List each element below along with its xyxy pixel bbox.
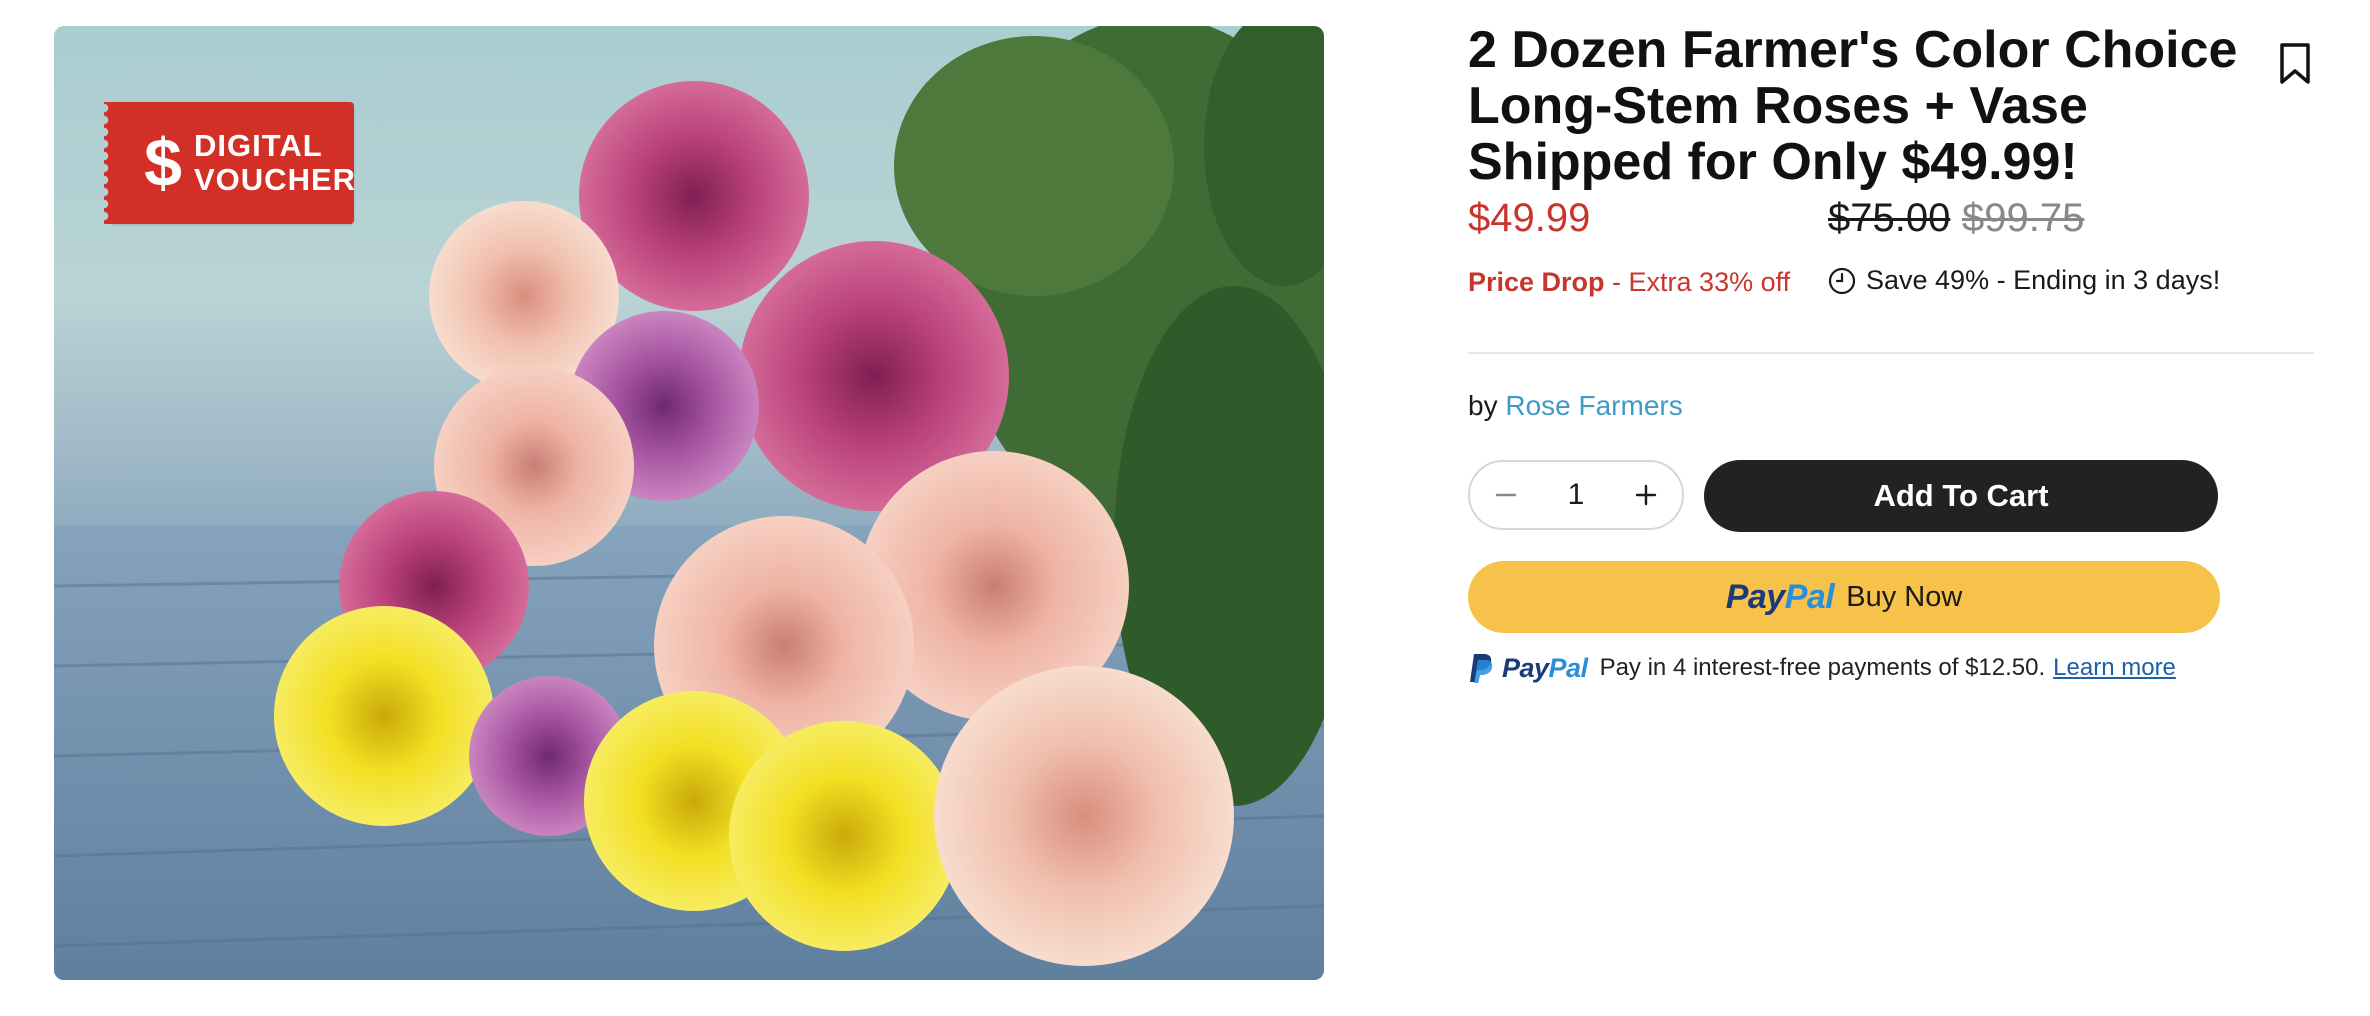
quantity-stepper: 1 xyxy=(1468,460,1684,530)
paypal-paylater-message: PayPal Pay in 4 interest-free payments o… xyxy=(1468,652,2176,684)
paypal-logo: PayPal xyxy=(1726,578,1835,617)
product-image[interactable]: $ DIGITAL VOUCHER xyxy=(54,26,1324,980)
compare-price: $99.75 xyxy=(1962,196,2085,240)
voucher-label: DIGITAL VOUCHER xyxy=(194,128,357,197)
price-drop-title: Price Drop xyxy=(1468,267,1605,297)
paypal-buy-now-button[interactable]: PayPal Buy Now xyxy=(1468,561,2220,633)
clock-icon xyxy=(1828,267,1856,294)
learn-more-link[interactable]: Learn more xyxy=(2053,654,2176,682)
paylater-paypal-logo: PayPal xyxy=(1502,653,1588,684)
minus-icon[interactable] xyxy=(1488,477,1524,513)
vendor-line: by Rose Farmers xyxy=(1468,390,1683,422)
bookmark-icon[interactable] xyxy=(2278,42,2312,86)
current-price: $49.99 xyxy=(1468,196,1591,240)
price-drop-detail: - Extra 33% off xyxy=(1604,267,1791,297)
vendor-link[interactable]: Rose Farmers xyxy=(1505,390,1682,421)
paypal-logo-pay: Pay xyxy=(1725,577,1786,616)
dollar-sign-icon: $ xyxy=(144,125,182,201)
product-title: 2 Dozen Farmer's Color Choice Long-Stem … xyxy=(1468,21,2238,191)
divider xyxy=(1468,352,2314,354)
price-drop-label: Price Drop - Extra 33% off xyxy=(1468,267,1790,298)
buy-now-label: Buy Now xyxy=(1846,580,1963,613)
paypal-mark-icon xyxy=(1470,654,1493,683)
voucher-label-line-1: DIGITAL xyxy=(194,128,323,163)
plus-icon[interactable] xyxy=(1628,477,1664,513)
voucher-label-line-2: VOUCHER xyxy=(194,162,357,197)
paylater-logo-pal: Pal xyxy=(1548,652,1589,683)
paypal-logo-pal: Pal xyxy=(1784,577,1835,616)
paylater-text: Pay in 4 interest-free payments of $12.5… xyxy=(1599,654,2046,681)
save-info: Save 49% - Ending in 3 days! xyxy=(1828,265,2220,296)
add-to-cart-button[interactable]: Add To Cart xyxy=(1704,460,2218,532)
product-page: $ DIGITAL VOUCHER 2 Dozen Farmer's Color… xyxy=(0,0,2370,1016)
paylater-logo-pay: Pay xyxy=(1502,652,1549,683)
digital-voucher-badge: $ DIGITAL VOUCHER xyxy=(104,102,357,224)
quantity-value[interactable]: 1 xyxy=(1556,478,1596,512)
original-price: $75.00 xyxy=(1828,196,1951,240)
save-text: Save 49% - Ending in 3 days! xyxy=(1866,265,2221,295)
vendor-prefix: by xyxy=(1468,390,1506,421)
